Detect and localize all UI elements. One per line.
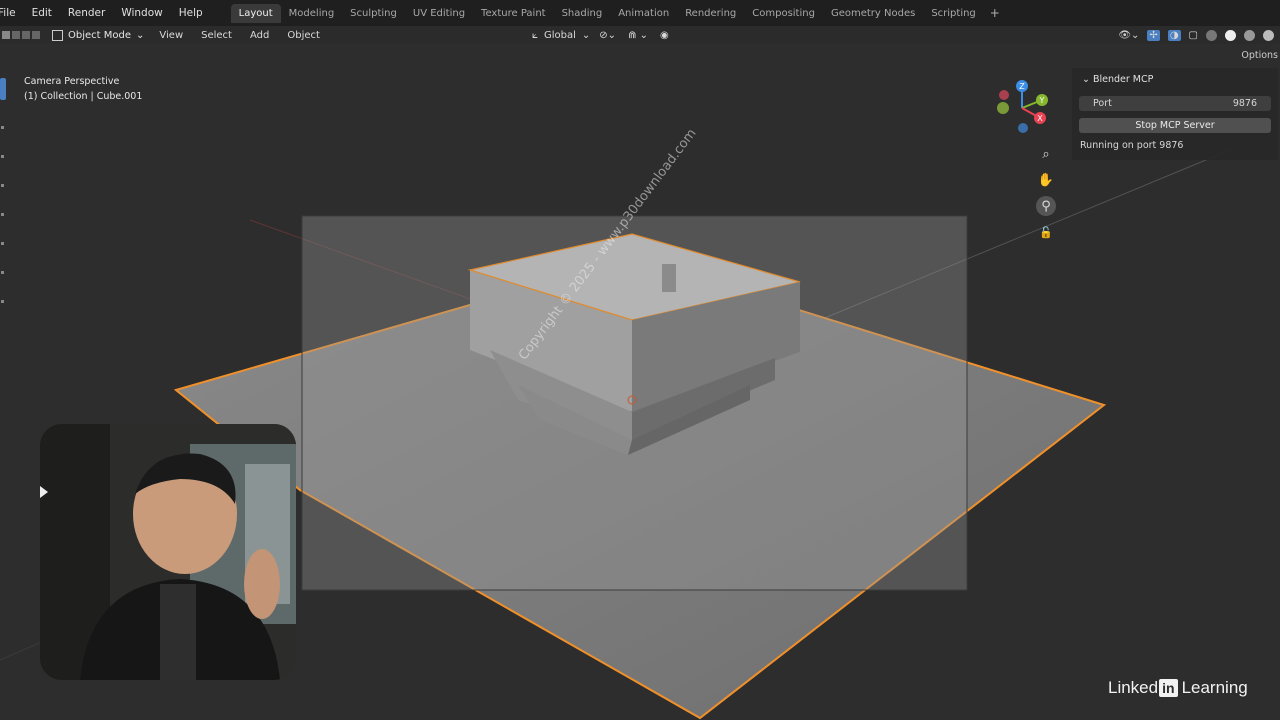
- box-notch: [662, 264, 676, 292]
- rendered-shading-icon[interactable]: [1263, 29, 1274, 41]
- camera-view-icon[interactable]: ⚲: [1036, 196, 1056, 216]
- tab-geometry-nodes[interactable]: Geometry Nodes: [823, 4, 923, 23]
- select-subtract-icon[interactable]: [22, 31, 30, 39]
- menu-help[interactable]: Help: [171, 7, 211, 19]
- mode-label: Object Mode: [68, 29, 131, 41]
- header-menu-add[interactable]: Add: [241, 30, 278, 41]
- port-value: 9876: [1232, 98, 1257, 109]
- cursor-tool-icon[interactable]: [1, 126, 4, 129]
- zoom-icon[interactable]: ⌕: [1036, 144, 1056, 164]
- chevron-down-icon: ⌄: [136, 29, 145, 41]
- rotate-tool-icon[interactable]: [1, 184, 4, 187]
- xray-icon[interactable]: ▢: [1189, 30, 1198, 41]
- move-tool-icon[interactable]: [1, 155, 4, 158]
- brand-in: in: [1159, 679, 1178, 697]
- view-name: Camera Perspective: [24, 76, 120, 87]
- select-tool-icon[interactable]: [0, 78, 6, 100]
- navigation-gizmo[interactable]: Z Y X: [992, 78, 1052, 138]
- select-extend-icon[interactable]: [12, 31, 20, 39]
- transform-tool-icon[interactable]: [1, 242, 4, 245]
- material-shading-icon[interactable]: [1244, 29, 1255, 41]
- tab-sculpting[interactable]: Sculpting: [342, 4, 405, 23]
- orientation-icon: ⟀: [532, 29, 538, 41]
- presenter-image: [40, 424, 296, 680]
- view-info: Camera Perspective (1) Collection | Cube…: [24, 74, 142, 104]
- visibility-icon[interactable]: 👁⌄: [1118, 30, 1139, 41]
- object-mode-icon: [52, 29, 63, 41]
- orientation-dropdown[interactable]: Global: [544, 30, 576, 41]
- menu-render[interactable]: Render: [60, 7, 113, 19]
- overlay-toggle-icon[interactable]: ◑: [1167, 29, 1181, 41]
- tab-scripting[interactable]: Scripting: [923, 4, 983, 23]
- select-mode-icons[interactable]: [2, 31, 40, 39]
- brand-prefix: Linked: [1108, 678, 1159, 697]
- add-workspace-button[interactable]: +: [984, 6, 1006, 20]
- header-menu-select[interactable]: Select: [192, 30, 241, 41]
- port-label: Port: [1093, 98, 1112, 109]
- lock-icon[interactable]: 🔓: [1036, 222, 1056, 242]
- tab-layout[interactable]: Layout: [230, 3, 281, 23]
- tab-texture-paint[interactable]: Texture Paint: [473, 4, 554, 23]
- tab-animation[interactable]: Animation: [610, 4, 677, 23]
- viewport-right-tools: 👁⌄ ✢ ◑ ▢: [1118, 26, 1274, 44]
- gizmo-z-label: Z: [1019, 82, 1025, 91]
- 3d-viewport[interactable]: Camera Perspective (1) Collection | Cube…: [0, 44, 1280, 720]
- solid-shading-icon[interactable]: [1225, 29, 1236, 41]
- brand-suffix: Learning: [1181, 678, 1248, 697]
- annotate-tool-icon[interactable]: [1, 271, 4, 274]
- panel-header[interactable]: ⌄ Blender MCP: [1082, 74, 1153, 85]
- chevron-down-icon: ⌄: [1082, 74, 1093, 85]
- hand-pan-icon[interactable]: ✋: [1036, 170, 1056, 190]
- blender-mcp-panel: ⌄ Blender MCP Port 9876 Stop MCP Server …: [1072, 68, 1278, 160]
- pivot-point-icon[interactable]: ⊘⌄: [596, 30, 619, 41]
- transform-orientation-group: ⟀ Global ⌄ ⊘⌄ ⋒ ⌄ ◉: [532, 26, 672, 44]
- gizmo-neg-z[interactable]: [1018, 123, 1028, 133]
- linkedin-learning-logo: Linked in Learning: [1108, 678, 1248, 698]
- scale-tool-icon[interactable]: [1, 213, 4, 216]
- gizmo-x-label: X: [1037, 114, 1043, 123]
- viewport-header: Object Mode ⌄ View Select Add Object ⟀ G…: [0, 26, 1280, 44]
- port-field[interactable]: Port 9876: [1079, 96, 1271, 111]
- collection-info: (1) Collection | Cube.001: [24, 91, 143, 102]
- presenter-webcam: [40, 424, 296, 680]
- gizmo-neg-y[interactable]: [997, 102, 1009, 114]
- proportional-edit-icon[interactable]: ◉: [657, 30, 672, 41]
- measure-tool-icon[interactable]: [1, 300, 4, 303]
- tab-compositing[interactable]: Compositing: [744, 4, 823, 23]
- tab-rendering[interactable]: Rendering: [677, 4, 744, 23]
- menu-window[interactable]: Window: [113, 7, 170, 19]
- gizmo-y-label: Y: [1039, 96, 1045, 105]
- stop-mcp-server-button[interactable]: Stop MCP Server: [1079, 118, 1271, 133]
- header-menu-view[interactable]: View: [150, 30, 192, 41]
- select-box-icon[interactable]: [2, 31, 10, 39]
- tab-shading[interactable]: Shading: [554, 4, 611, 23]
- gizmo-toggle-icon[interactable]: ✢: [1147, 29, 1160, 41]
- top-bar: File Edit Render Window Help Layout Mode…: [0, 0, 1280, 26]
- chevron-down-icon: ⌄: [581, 29, 591, 41]
- server-status: Running on port 9876: [1080, 140, 1184, 151]
- menu-file[interactable]: File: [0, 7, 24, 19]
- left-toolbar: [0, 74, 8, 354]
- tab-modeling[interactable]: Modeling: [281, 4, 343, 23]
- header-menu-object[interactable]: Object: [278, 30, 329, 41]
- select-invert-icon[interactable]: [32, 31, 40, 39]
- mode-dropdown[interactable]: Object Mode ⌄: [50, 29, 150, 42]
- menu-edit[interactable]: Edit: [24, 7, 60, 19]
- panel-title: Blender MCP: [1092, 74, 1154, 85]
- gizmo-neg-x[interactable]: [999, 90, 1009, 100]
- snap-icon[interactable]: ⋒ ⌄: [625, 30, 651, 41]
- workspace-tabs: Layout Modeling Sculpting UV Editing Tex…: [230, 0, 1006, 26]
- wireframe-shading-icon[interactable]: [1206, 29, 1217, 41]
- tab-uv-editing[interactable]: UV Editing: [405, 4, 473, 23]
